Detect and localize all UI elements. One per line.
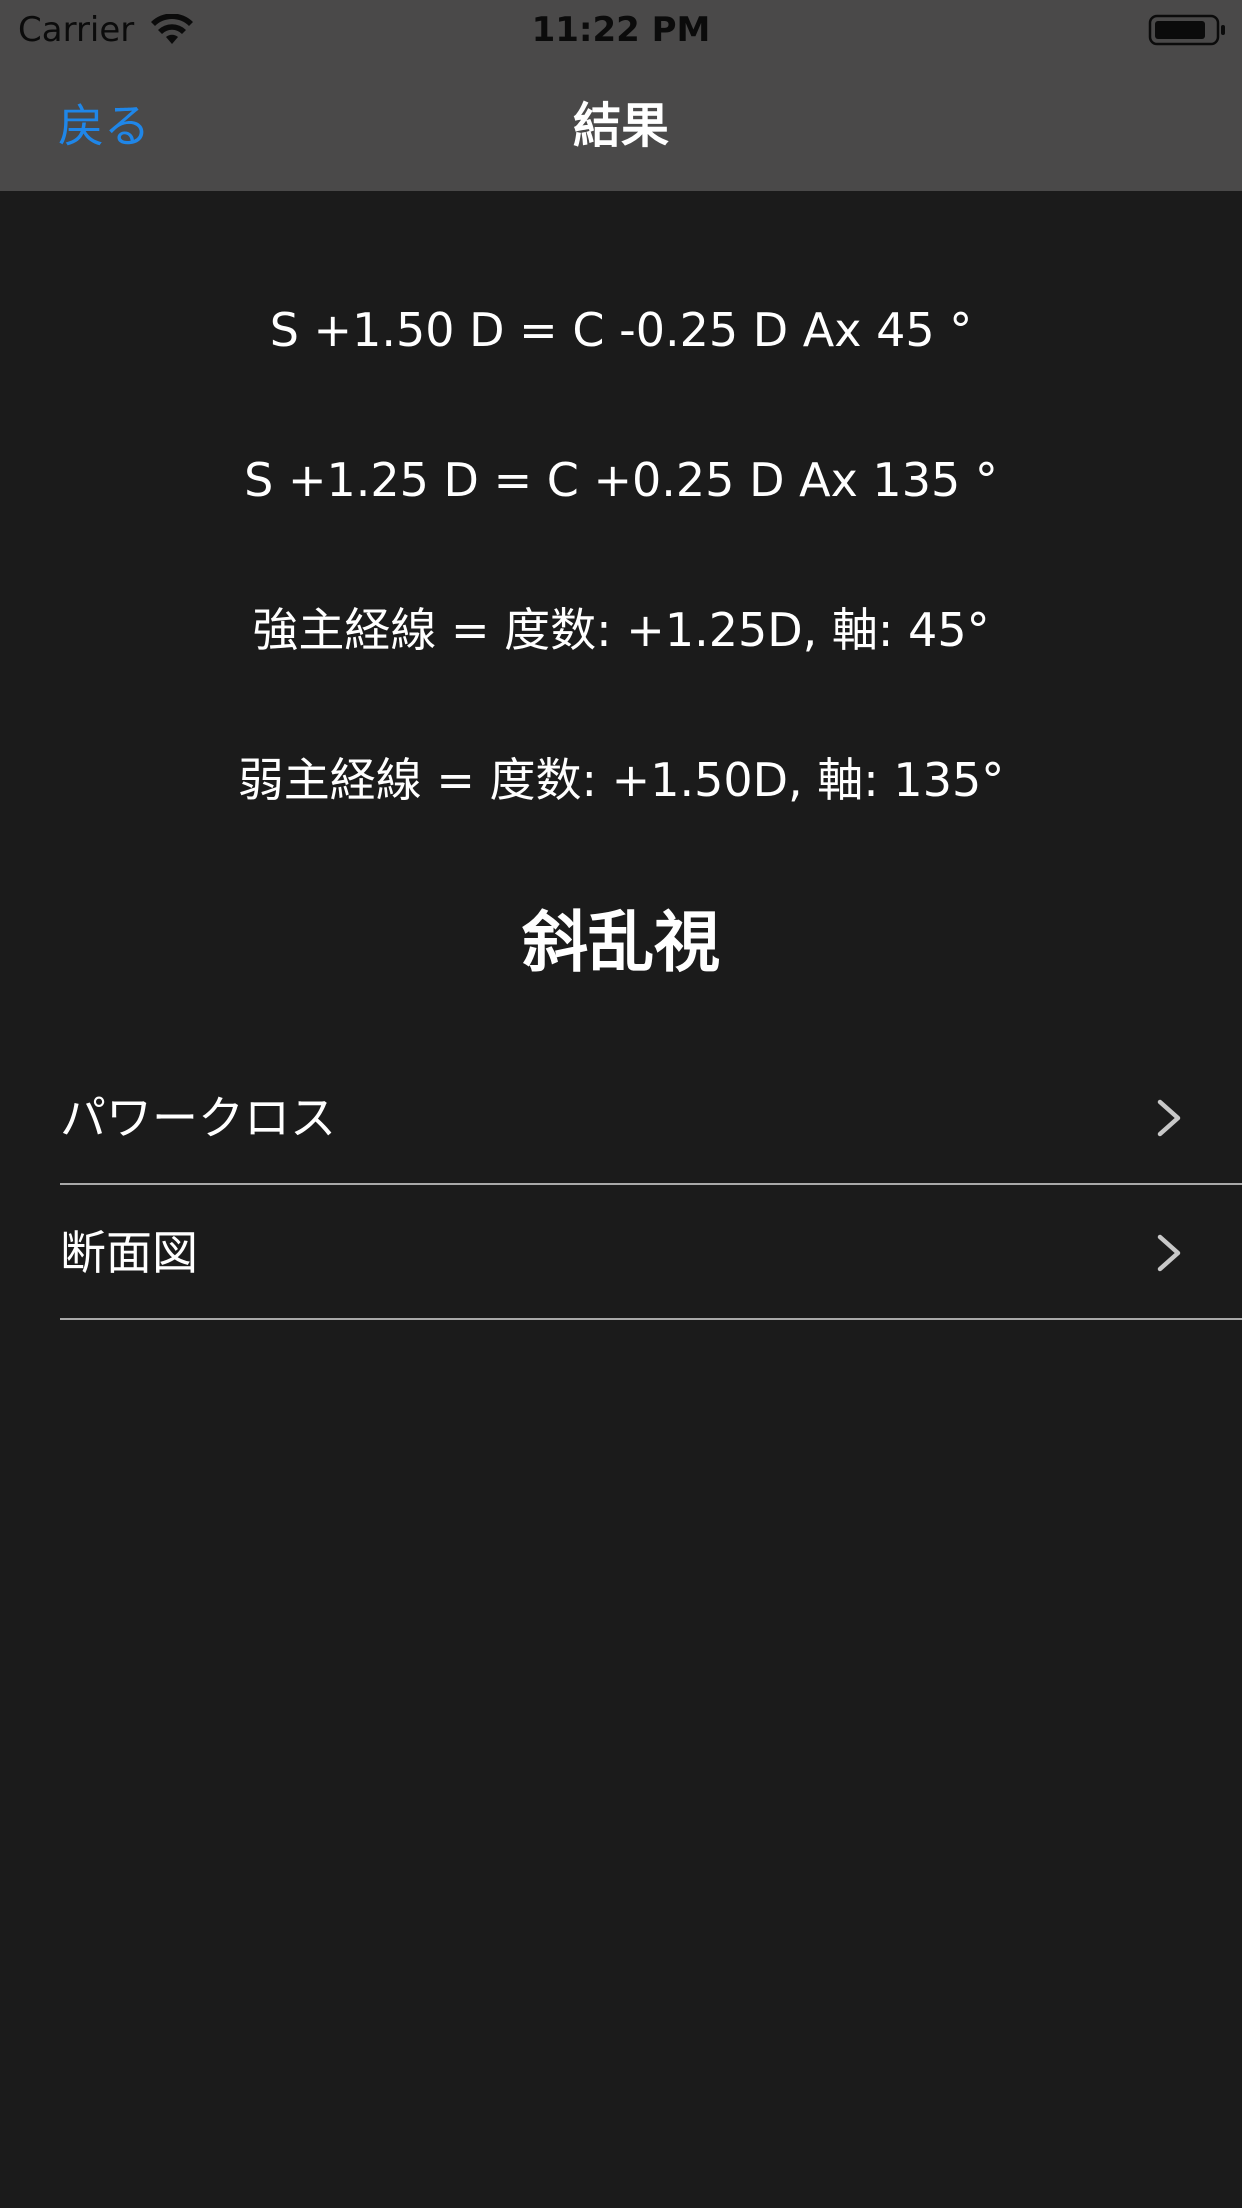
chevron-right-icon xyxy=(1157,1234,1181,1272)
list-item-label: 断面図 xyxy=(60,1226,198,1280)
navigation-bar: 戻る 結果 xyxy=(0,60,1242,191)
list-item-power-cross[interactable]: パワークロス xyxy=(0,1050,1242,1185)
astigmatism-type-heading: 斜乱視 xyxy=(522,904,720,981)
row-separator xyxy=(60,1318,1242,1320)
result-line-spherical-cylinder-1: S +1.50 D = C -0.25 D Ax 45 ° xyxy=(269,303,973,357)
header: Carrier 11:22 PM 戻る 結果 xyxy=(0,0,1242,191)
list-item-cross-section[interactable]: 断面図 xyxy=(0,1185,1242,1320)
result-line-spherical-cylinder-2: S +1.25 D = C +0.25 D Ax 135 ° xyxy=(244,453,998,507)
result-line-strong-meridian: 強主経線 = 度数: +1.25D, 軸: 45° xyxy=(252,603,990,657)
status-time: 11:22 PM xyxy=(531,10,711,50)
list-item-label: パワークロス xyxy=(60,1091,336,1145)
page-title: 結果 xyxy=(572,98,669,154)
status-bar: Carrier 11:22 PM xyxy=(0,0,1242,60)
chevron-right-icon xyxy=(1157,1099,1181,1137)
result-line-weak-meridian: 弱主経線 = 度数: +1.50D, 軸: 135° xyxy=(237,753,1005,807)
battery-icon xyxy=(1148,14,1225,46)
